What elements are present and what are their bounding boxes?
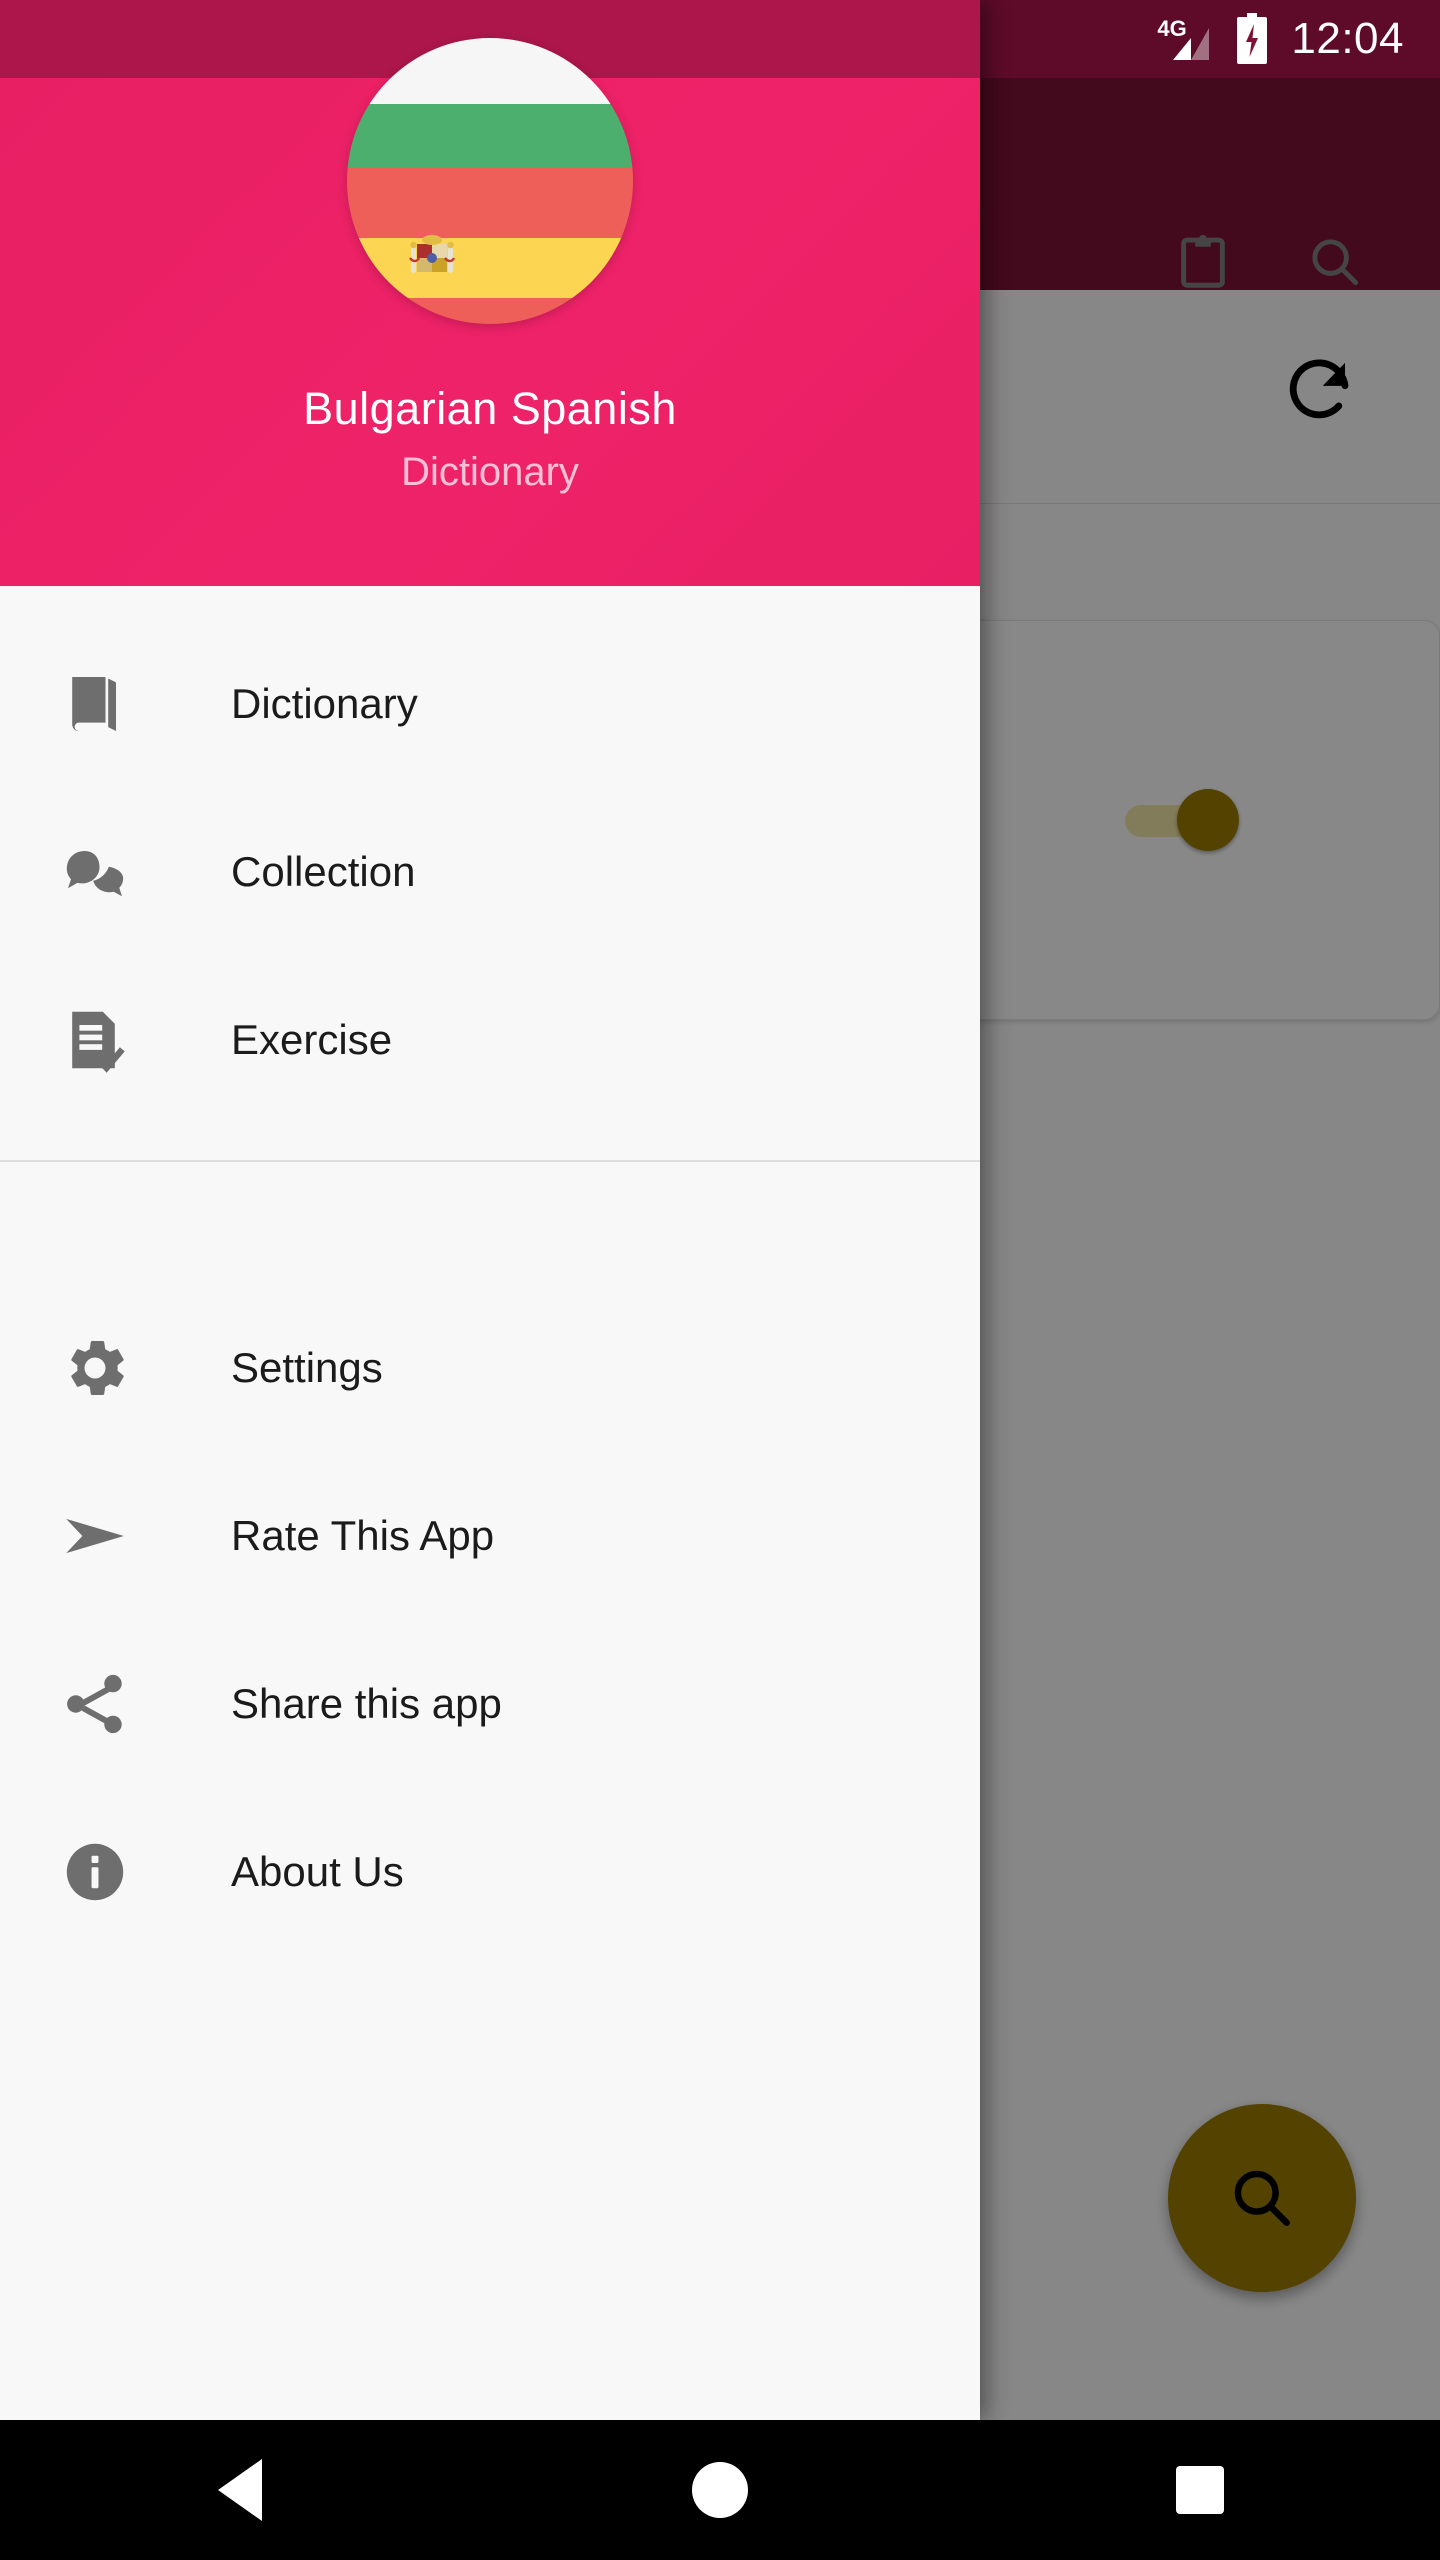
sidebar-item-rate-this-app[interactable]: Rate This App (0, 1452, 980, 1620)
home-circle-icon (692, 2462, 748, 2518)
nav-recents-button[interactable] (1125, 2420, 1275, 2560)
navigation-drawer: Bulgarian Spanish Dictionary Dictionary (0, 0, 980, 2420)
sidebar-item-dictionary[interactable]: Dictionary (0, 620, 980, 788)
back-triangle-icon (218, 2459, 262, 2521)
bulgarian-spanish-flag-avatar (347, 38, 633, 324)
drawer-subtitle: Dictionary (401, 450, 579, 494)
sidebar-item-label: Settings (231, 1344, 383, 1391)
nav-back-button[interactable] (165, 2420, 315, 2560)
chat-bubbles-icon (56, 833, 134, 911)
drawer-header: Bulgarian Spanish Dictionary (0, 38, 980, 586)
drawer-title: Bulgarian Spanish (303, 383, 677, 434)
recents-square-icon (1176, 2466, 1224, 2514)
sidebar-item-label: Dictionary (231, 680, 418, 727)
sidebar-item-label: Rate This App (231, 1512, 495, 1559)
sidebar-item-label: Exercise (231, 1016, 393, 1063)
flag-stripe-yellow (347, 238, 633, 299)
send-icon (56, 1497, 134, 1575)
info-icon (56, 1833, 134, 1911)
android-screen: Bulgarian Spanish Dictionary Dictionary (0, 0, 1440, 2560)
flag-stripe-red-bottom (347, 298, 633, 324)
checklist-document-icon (56, 1001, 134, 1079)
flag-stripe-green (347, 103, 633, 167)
flag-stripe-white (347, 38, 633, 104)
sidebar-item-label: Collection (231, 848, 416, 895)
sidebar-item-share-this-app[interactable]: Share this app (0, 1620, 980, 1788)
sidebar-item-settings[interactable]: Settings (0, 1284, 980, 1452)
gear-icon (56, 1329, 134, 1407)
sidebar-item-label: Share this app (231, 1680, 502, 1727)
sidebar-item-collection[interactable]: Collection (0, 788, 980, 956)
spain-coat-of-arms-icon (409, 235, 455, 273)
flag-stripe-red-top (347, 166, 633, 239)
nav-home-button[interactable] (645, 2420, 795, 2560)
drawer-menu-group-secondary: Settings Rate This App Share this app Ab… (0, 1162, 980, 1956)
book-icon (56, 665, 134, 743)
sidebar-item-about-us[interactable]: About Us (0, 1788, 980, 1956)
share-icon (56, 1665, 134, 1743)
android-navigation-bar (0, 2420, 1440, 2560)
sidebar-item-label: About Us (231, 1848, 404, 1895)
drawer-menu-group-primary: Dictionary Collection Exercise (0, 586, 980, 1160)
sidebar-item-exercise[interactable]: Exercise (0, 956, 980, 1124)
drawer-menu: Dictionary Collection Exercise Settings … (0, 586, 980, 2420)
